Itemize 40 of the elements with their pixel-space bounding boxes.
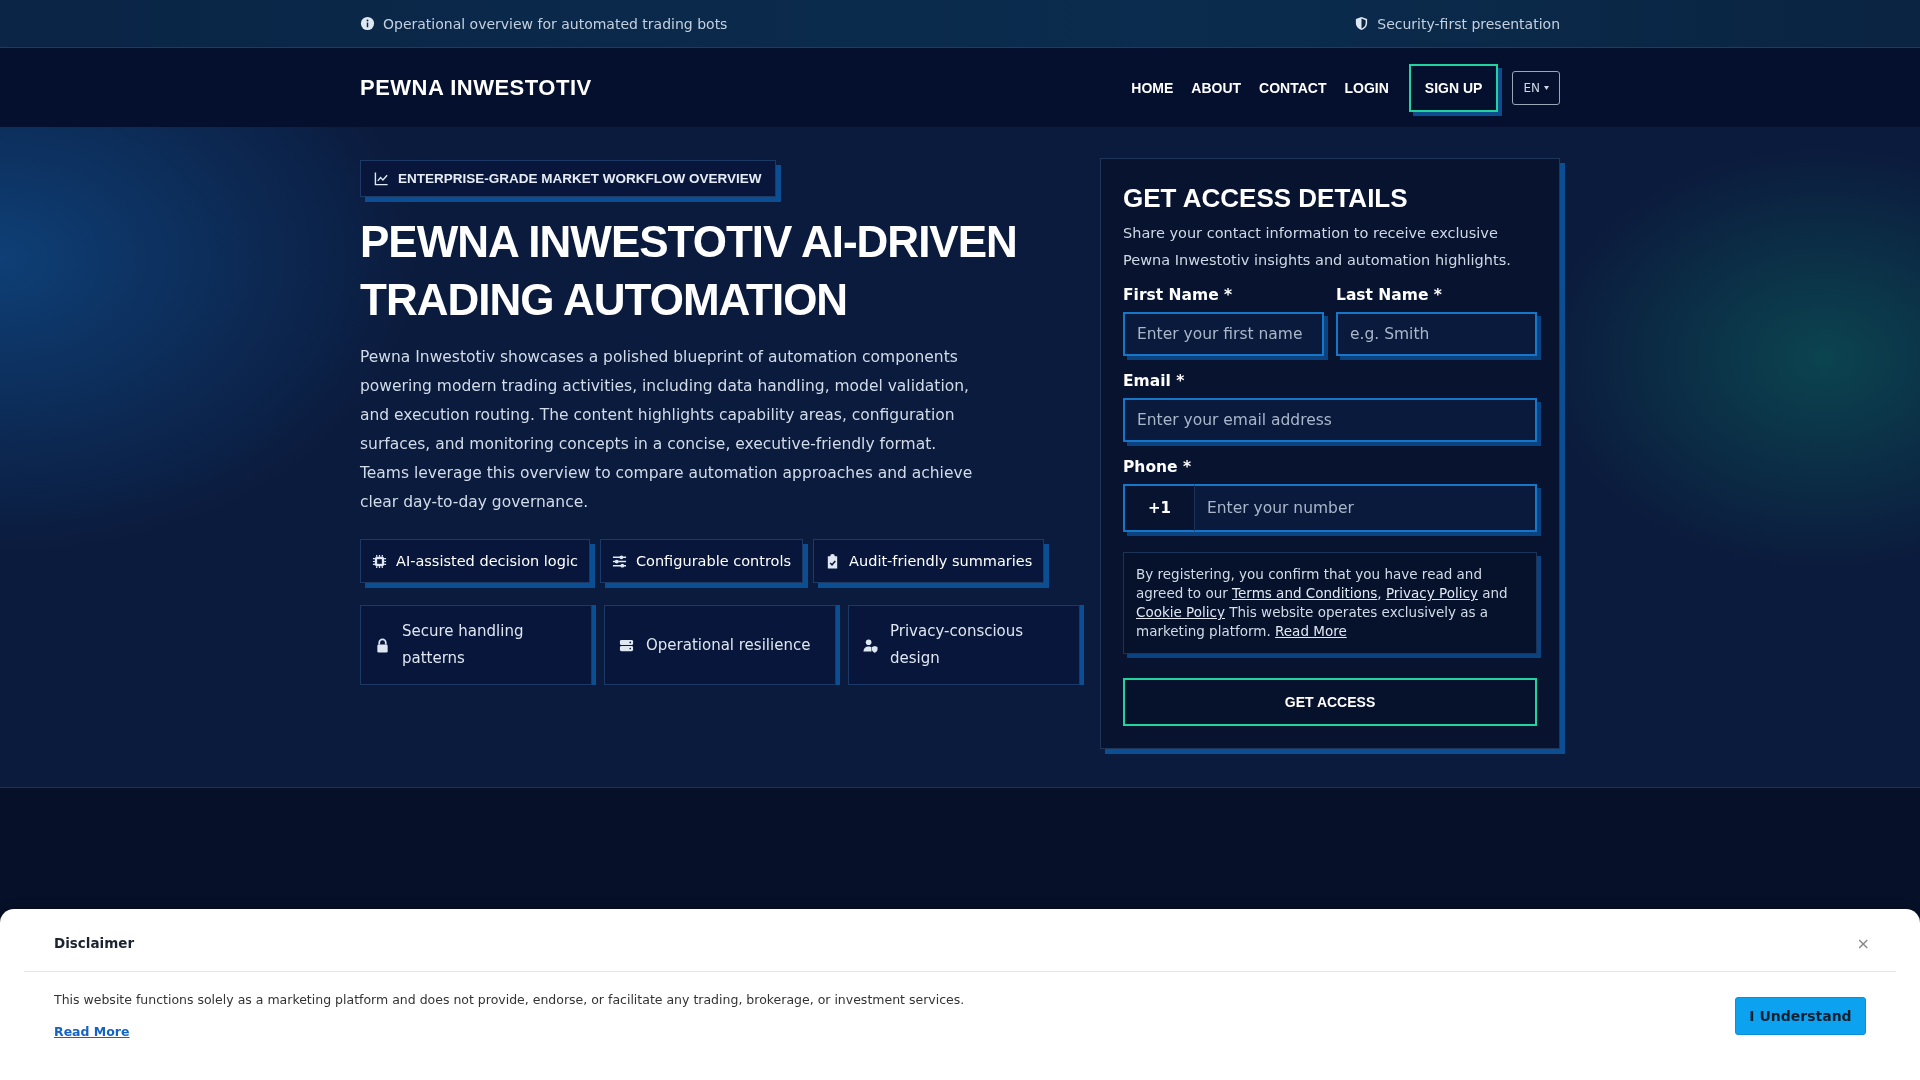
shield-icon: [1354, 16, 1370, 31]
phone-field[interactable]: Enter your number: [1195, 484, 1537, 532]
email-field[interactable]: Enter your email address: [1123, 398, 1537, 442]
nav-link[interactable]: HOME: [1131, 79, 1174, 96]
user-shield-icon: [863, 637, 878, 653]
disclaimer-title: Disclaimer: [54, 935, 135, 951]
sliders-icon: [611, 553, 627, 569]
hero-paragraph: Pewna Inwestotiv showcases a polished blueprint of automation components powering modern trading activities, including data handling, model validation, and execution routing. The content highlights capability areas, configuration surfaces, and monitoring concepts in a concise, executive-friendly format. Teams leverage this overview to compare automation approaches and achieve clear day-to-day governance.: [360, 347, 974, 513]
consent-link[interactable]: Terms and Conditions: [1232, 585, 1378, 601]
form-title: GET ACCESS DETAILS: [1123, 183, 1409, 214]
last-name-field[interactable]: e.g. Smith: [1336, 312, 1537, 356]
form-description: Share your contact information to receive exclusive Pewna Inwestotiv insights and automation highlights.: [1123, 224, 1512, 270]
consent-link[interactable]: Privacy Policy: [1385, 585, 1478, 601]
chip-icon: [372, 553, 387, 569]
field-label: Email *: [1123, 372, 1186, 390]
get-access-button[interactable]: GET ACCESS: [1123, 678, 1537, 726]
disclaimer-text: This website functions solely as a marketing platform and does not provide, endorse, or facilitate any trading, brokerage, or investment services.: [54, 992, 965, 1007]
nav-link[interactable]: CONTACT: [1259, 79, 1327, 96]
understand-button[interactable]: I Understand: [1735, 997, 1866, 1035]
server-icon: [619, 637, 634, 653]
hero-title: PEWNA INWESTOTIV AI-DRIVEN TRADING AUTOMATION: [360, 216, 1018, 326]
consent-link[interactable]: Cookie Policy: [1136, 604, 1225, 620]
chart-line-icon: [374, 171, 389, 186]
top-bar-text: Operational overview for automated trading bots: [383, 15, 728, 32]
field-label: Last Name *: [1336, 286, 1443, 304]
nav-link[interactable]: ABOUT: [1191, 79, 1242, 96]
field-label: First Name *: [1123, 286, 1234, 304]
first-name-field[interactable]: Enter your first name: [1123, 312, 1324, 356]
caret-icon: [1544, 85, 1549, 90]
field-label: Phone *: [1123, 458, 1193, 476]
consent-link[interactable]: Read More: [1275, 623, 1347, 639]
top-bar-text: Security-first presentation: [1377, 15, 1560, 32]
language-selector[interactable]: EN: [1512, 70, 1560, 105]
read-more-link[interactable]: Read More: [54, 1024, 130, 1039]
brand-logo[interactable]: PEWNA INWESTOTIV: [360, 74, 592, 101]
info-icon: [360, 16, 375, 31]
close-icon[interactable]: ×: [1856, 933, 1870, 953]
country-code[interactable]: +1: [1123, 484, 1195, 532]
lock-icon: [375, 637, 390, 653]
nav-link[interactable]: LOGIN: [1344, 79, 1389, 96]
